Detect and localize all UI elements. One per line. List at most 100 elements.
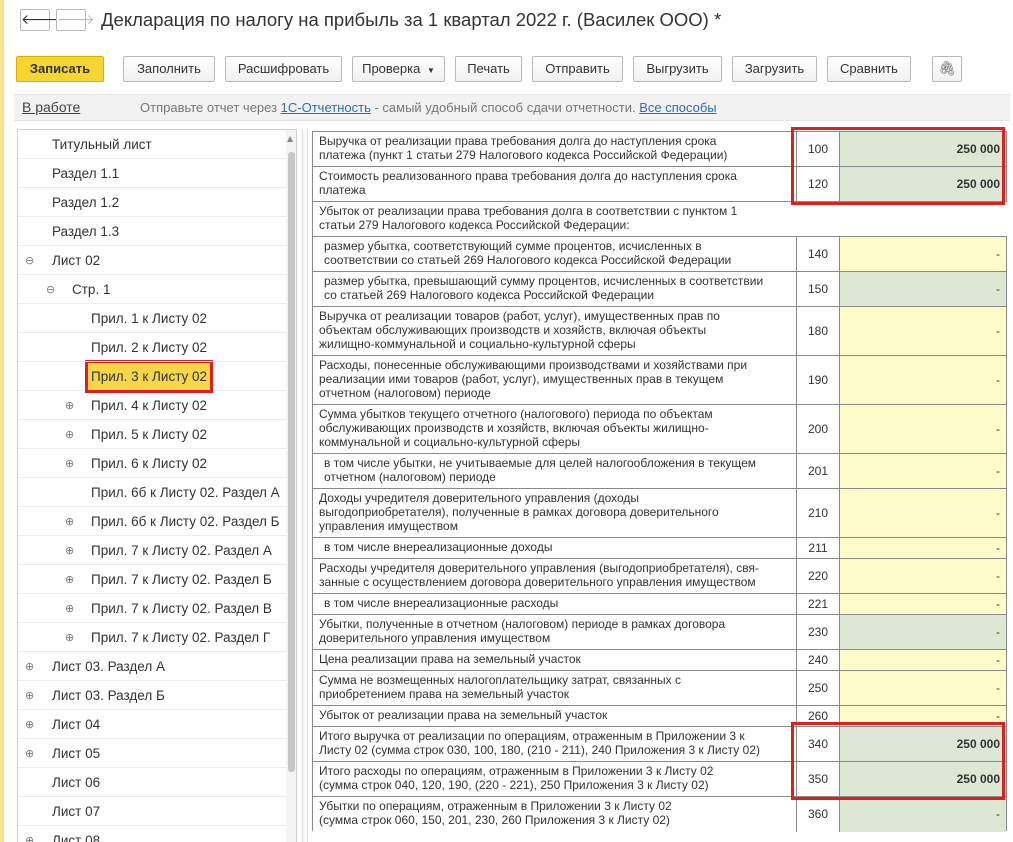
row-description-line: выгодоприобретателя), полученные в рамка… <box>319 505 719 519</box>
row-description: размер убытка, соответствующий сумме про… <box>313 237 796 272</box>
tree-item-label: Лист 06 <box>52 775 101 790</box>
scrollbar-thumb[interactable] <box>288 152 295 772</box>
tree-item[interactable]: ⊕ Лист 03. Раздел А <box>18 652 286 681</box>
row-value-field[interactable]: - <box>840 559 1006 594</box>
tree-item[interactable]: Лист 07 <box>18 797 286 826</box>
expand-icon[interactable]: ⊕ <box>25 681 34 710</box>
tree-item[interactable]: Прил. 3 к Листу 02 <box>18 360 286 393</box>
row-description: Убыток от реализации права на земельный … <box>313 706 796 727</box>
tree-item[interactable]: Титульный лист <box>18 130 286 159</box>
expand-icon[interactable]: ⊕ <box>65 391 74 420</box>
tree-item[interactable]: Раздел 1.1 <box>18 159 286 188</box>
tree-scrollbar[interactable]: ▲ <box>286 130 296 842</box>
expand-icon[interactable]: ⊕ <box>65 420 74 449</box>
1c-reporting-link[interactable]: 1С-Отчетность <box>281 100 371 115</box>
panel-splitter[interactable] <box>302 129 308 842</box>
fill-button[interactable]: Заполнить <box>123 56 215 82</box>
tree-item[interactable]: Лист 06 <box>18 768 286 797</box>
decode-button[interactable]: Расшифровать <box>225 56 342 82</box>
export-button[interactable]: Выгрузить <box>633 56 722 82</box>
row-description: Сумма убытков текущего отчетного (налого… <box>313 405 796 454</box>
expand-icon[interactable]: ⊕ <box>25 710 34 739</box>
row-code: 201 <box>796 454 840 489</box>
tree-item[interactable]: ⊕ Прил. 4 к Листу 02 <box>18 391 286 420</box>
attach-button[interactable]: 🖇 <box>932 56 962 82</box>
expand-icon[interactable]: ⊕ <box>25 826 34 842</box>
row-description-line: (сумма строк 040, 120, 190, (220 - 221),… <box>319 778 709 792</box>
row-description-line: отчетном (налоговом) периоде <box>319 386 491 400</box>
row-code: 230 <box>796 615 840 650</box>
row-value-field[interactable]: - <box>840 272 1006 307</box>
row-value-field[interactable]: - <box>840 356 1006 405</box>
tree-item-label: Прил. 6б к Листу 02. Раздел Б <box>91 514 280 529</box>
row-value-field[interactable]: - <box>840 454 1006 489</box>
expand-icon[interactable]: ⊕ <box>65 594 74 623</box>
expand-icon[interactable]: ⊕ <box>65 536 74 565</box>
row-description-line: коммунальной и социально-культурной сфер… <box>319 435 581 449</box>
tree-item[interactable]: Раздел 1.2 <box>18 188 286 217</box>
save-button[interactable]: Записать <box>16 56 104 82</box>
row-value-field[interactable]: - <box>840 489 1006 538</box>
row-description: Цена реализации права на земельный участ… <box>313 650 796 671</box>
expand-icon[interactable]: ⊕ <box>65 507 74 536</box>
row-value-field[interactable]: - <box>840 307 1006 356</box>
status-link[interactable]: В работе <box>22 99 80 115</box>
tree-item[interactable]: ⊕ Прил. 7 к Листу 02. Раздел Б <box>18 565 286 594</box>
row-value-field[interactable]: - <box>840 594 1006 615</box>
row-value-field[interactable]: - <box>840 237 1006 272</box>
expand-icon[interactable]: ⊕ <box>65 623 74 652</box>
all-methods-link[interactable]: Все способы <box>639 100 716 115</box>
expand-icon[interactable]: ⊕ <box>25 652 34 681</box>
tree-item[interactable]: ⊕ Прил. 7 к Листу 02. Раздел Г <box>18 623 286 652</box>
row-value-field[interactable]: - <box>840 797 1006 832</box>
row-value-field[interactable]: - <box>840 538 1006 559</box>
tree-item[interactable]: ⊖ Стр. 1 <box>18 275 286 304</box>
tree-item[interactable]: ⊕ Прил. 6 к Листу 02 <box>18 449 286 478</box>
print-button[interactable]: Печать <box>455 56 522 82</box>
tree-item[interactable]: ⊕ Лист 03. Раздел Б <box>18 681 286 710</box>
collapse-icon[interactable]: ⊖ <box>46 275 55 304</box>
back-button[interactable]: 🡐 <box>20 9 59 31</box>
row-value-field[interactable]: - <box>840 650 1006 671</box>
row-description-line: обслуживающих производств и хозяйств, вк… <box>319 421 709 435</box>
tree-item[interactable]: ⊕ Лист 08 <box>18 826 286 842</box>
expand-icon[interactable]: ⊕ <box>25 739 34 768</box>
tree-item[interactable]: Прил. 2 к Листу 02 <box>18 333 286 362</box>
expand-icon[interactable]: ⊕ <box>65 449 74 478</box>
collapse-icon[interactable]: ⊖ <box>25 246 34 275</box>
send-button[interactable]: Отправить <box>532 56 623 82</box>
tree-item[interactable]: ⊕ Прил. 7 к Листу 02. Раздел А <box>18 536 286 565</box>
check-dropdown-button[interactable]: Проверка ▼ <box>352 56 445 82</box>
row-description: Убытки, полученные в отчетном (налоговом… <box>313 615 796 650</box>
tree-item[interactable]: ⊖ Лист 02 <box>18 246 286 275</box>
row-description: Расходы, понесенные обслуживающими произ… <box>313 356 796 405</box>
tree-item[interactable]: ⊕ Лист 05 <box>18 739 286 768</box>
forward-button[interactable]: 🡒 <box>56 9 95 31</box>
row-description-line: Расходы учредителя доверительного управл… <box>319 561 759 575</box>
scroll-up-icon[interactable]: ▲ <box>287 134 293 143</box>
tree-item-label: Прил. 7 к Листу 02. Раздел В <box>91 601 272 616</box>
navigation-tree: ⊕ Лист 08 Лист 07 Лист 06 ⊕ Лист 05 ⊕ Лист 04 ⊕ Л… <box>17 129 297 842</box>
row-description: в том числе внереализационные доходы <box>313 538 796 559</box>
compare-button[interactable]: Сравнить <box>827 56 911 82</box>
table-row: Сумма убытков текущего отчетного (налого… <box>312 404 1007 454</box>
row-description-line: объектам обслуживающих производств и хоз… <box>319 323 707 337</box>
import-button[interactable]: Загрузить <box>732 56 817 82</box>
row-code: 211 <box>796 538 840 559</box>
row-value-field[interactable]: - <box>840 405 1006 454</box>
tree-item[interactable]: ⊕ Прил. 5 к Листу 02 <box>18 420 286 449</box>
table-row: Убытки по операциям, отраженным в Прилож… <box>312 796 1007 832</box>
row-value-field[interactable]: - <box>840 671 1006 706</box>
tree-item[interactable]: ⊕ Лист 04 <box>18 710 286 739</box>
tree-item[interactable]: ⊕ Прил. 7 к Листу 02. Раздел В <box>18 594 286 623</box>
row-description-line: в том числе убытки, не учитываемые для ц… <box>324 456 757 470</box>
tree-item[interactable]: ⊕ Прил. 6б к Листу 02. Раздел Б <box>18 507 286 536</box>
row-description-line: в том числе внереализационные доходы <box>324 540 553 554</box>
tree-item[interactable]: Раздел 1.3 <box>18 217 286 246</box>
row-description-line: управления имуществом <box>319 519 458 533</box>
expand-icon[interactable]: ⊕ <box>65 565 74 594</box>
tree-item[interactable]: Прил. 1 к Листу 02 <box>18 304 286 333</box>
tree-item-label: Прил. 7 к Листу 02. Раздел Б <box>91 572 272 587</box>
tree-item[interactable]: Прил. 6б к Листу 02. Раздел А <box>18 478 286 507</box>
row-value-field[interactable]: - <box>840 615 1006 650</box>
